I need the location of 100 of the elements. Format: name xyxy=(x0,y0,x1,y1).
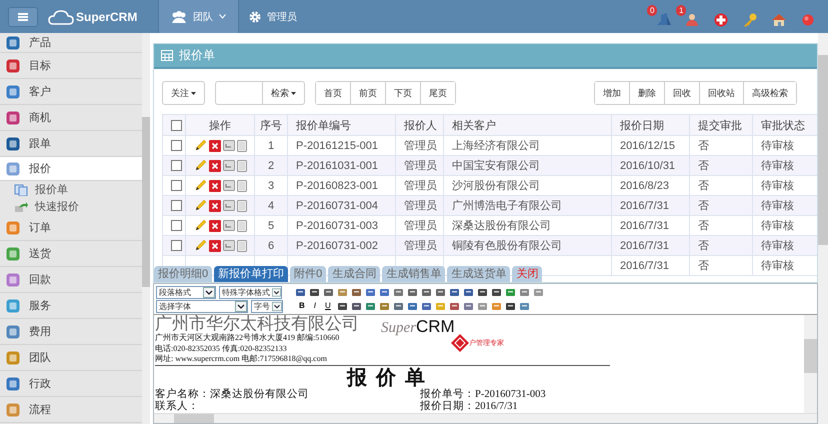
checkbox[interactable] xyxy=(171,160,182,172)
format-button[interactable]: I xyxy=(310,300,320,312)
checkbox[interactable] xyxy=(171,140,182,152)
delete-icon[interactable] xyxy=(208,200,220,212)
table-cell: 管理员 xyxy=(396,196,444,216)
toolbar-icon[interactable] xyxy=(406,300,418,312)
document-icon[interactable] xyxy=(236,140,246,152)
toolbar-icon[interactable] xyxy=(420,300,432,312)
tab[interactable]: 附件0 xyxy=(290,266,326,282)
dropdown[interactable]: 特殊字体格式 xyxy=(219,286,282,298)
pencil-icon[interactable] xyxy=(194,139,206,152)
toolbar-icon[interactable] xyxy=(351,286,362,298)
toolbar-icon[interactable] xyxy=(449,286,460,298)
toolbar-button[interactable]: 1 xyxy=(676,5,700,28)
sidebar-item[interactable]: 订单 xyxy=(0,215,142,241)
window-icon[interactable] xyxy=(222,220,234,231)
table-cell: 2016/7/31 xyxy=(612,256,690,276)
document-icon[interactable] xyxy=(236,180,246,192)
sidebar-item[interactable]: 产品 xyxy=(0,33,142,53)
tab[interactable]: 生成送货单 xyxy=(447,266,510,282)
document-icon[interactable] xyxy=(236,240,246,252)
toolbar-icon[interactable] xyxy=(365,286,376,298)
toolbar-icon[interactable] xyxy=(336,300,348,312)
table-cell: 2016/10/31 xyxy=(612,156,690,176)
toolbar-icon[interactable] xyxy=(435,286,446,298)
document-icon[interactable] xyxy=(236,220,246,232)
checkbox[interactable] xyxy=(171,180,182,192)
follow-button[interactable]: 关注 xyxy=(162,81,205,105)
document-icon[interactable] xyxy=(236,200,246,212)
menu-item-icon xyxy=(6,298,20,312)
search-field[interactable] xyxy=(215,81,263,105)
window-icon[interactable] xyxy=(222,160,234,171)
toolbar-icon[interactable] xyxy=(379,286,390,298)
logo-text: Super xyxy=(381,320,416,336)
sidebar-item[interactable]: 服务 xyxy=(0,293,142,319)
menu-item-icon xyxy=(6,58,20,72)
sidebar-item[interactable]: 报价 xyxy=(0,157,142,181)
pencil-icon[interactable] xyxy=(194,159,206,172)
checkbox[interactable] xyxy=(171,120,182,131)
sidebar-item[interactable]: 回款 xyxy=(0,267,142,293)
caret-icon xyxy=(291,92,296,94)
toolbar-icon[interactable] xyxy=(392,300,404,312)
sidebar-item[interactable]: 团队 xyxy=(0,345,142,371)
tab[interactable]: 生成合同 xyxy=(328,266,380,282)
search-button[interactable]: 检索 xyxy=(263,81,305,105)
cross-icon xyxy=(713,12,729,28)
toolbar-icon[interactable] xyxy=(350,300,362,312)
delete-icon[interactable] xyxy=(208,180,220,192)
table-cell: 铜陵有色股份有限公司 xyxy=(444,236,612,256)
pencil-icon[interactable] xyxy=(194,239,206,252)
tab[interactable]: 报价明细0 xyxy=(154,266,212,282)
tab[interactable]: 新报价单打印 xyxy=(214,266,288,282)
sidebar-item[interactable]: 送货 xyxy=(0,241,142,267)
toolbar-icon[interactable] xyxy=(407,286,418,298)
sidebar-item[interactable]: 行政 xyxy=(0,371,142,397)
format-button[interactable]: B xyxy=(296,300,308,312)
dropdown[interactable]: 选择字体 xyxy=(156,300,248,312)
table-cell: 4 xyxy=(254,196,288,216)
chevron-icon xyxy=(203,286,215,298)
delete-icon[interactable] xyxy=(208,160,220,172)
pencil-icon[interactable] xyxy=(194,199,206,212)
checkbox[interactable] xyxy=(171,240,182,252)
toolbar-icon[interactable] xyxy=(295,286,306,298)
gear-icon xyxy=(249,10,261,22)
toolbar-button[interactable]: 0 xyxy=(647,5,671,28)
tab[interactable]: 生成销售单 xyxy=(382,266,446,282)
document-icon[interactable] xyxy=(236,160,246,172)
window-icon[interactable] xyxy=(222,200,234,211)
pencil-icon[interactable] xyxy=(194,219,206,232)
toolbar-icon[interactable] xyxy=(323,286,334,298)
table-cell: P-20161031-001 xyxy=(288,156,396,176)
dropdown[interactable]: 段落格式 xyxy=(156,286,216,298)
sidebar-item[interactable]: 商机 xyxy=(0,105,142,131)
dropdown[interactable]: 字号 xyxy=(251,300,283,312)
toolbar-icon[interactable] xyxy=(491,286,502,298)
delete-icon[interactable] xyxy=(208,220,220,232)
sidebar-item[interactable]: 目标 xyxy=(0,53,142,79)
window-icon[interactable] xyxy=(222,240,234,251)
cloud-icon xyxy=(48,8,74,24)
checkbox[interactable] xyxy=(171,200,182,212)
sidebar-item[interactable]: 流程 xyxy=(0,397,142,423)
action-button[interactable]: 高级检索 xyxy=(743,82,796,104)
delete-icon[interactable] xyxy=(208,240,220,252)
window-icon[interactable] xyxy=(222,140,234,151)
checkbox[interactable] xyxy=(171,220,182,232)
toolbar-icon[interactable] xyxy=(421,286,432,298)
toolbar-icon[interactable] xyxy=(309,286,320,298)
sidebar-item[interactable]: 客户 xyxy=(0,79,142,105)
toolbar-icon[interactable] xyxy=(477,286,488,298)
delete-icon[interactable] xyxy=(208,140,220,152)
toolbar-icon[interactable] xyxy=(448,300,460,312)
menu-button[interactable] xyxy=(8,6,38,26)
sidebar-item[interactable]: 费用 xyxy=(0,319,142,345)
dot-icon xyxy=(800,12,816,28)
toolbar-icon[interactable] xyxy=(463,286,474,298)
window-icon[interactable] xyxy=(222,180,234,191)
pager-button[interactable]: 尾页 xyxy=(420,82,455,104)
toolbar-icon[interactable] xyxy=(504,300,516,312)
format-button[interactable]: U xyxy=(322,300,334,312)
pencil-icon[interactable] xyxy=(194,179,206,192)
